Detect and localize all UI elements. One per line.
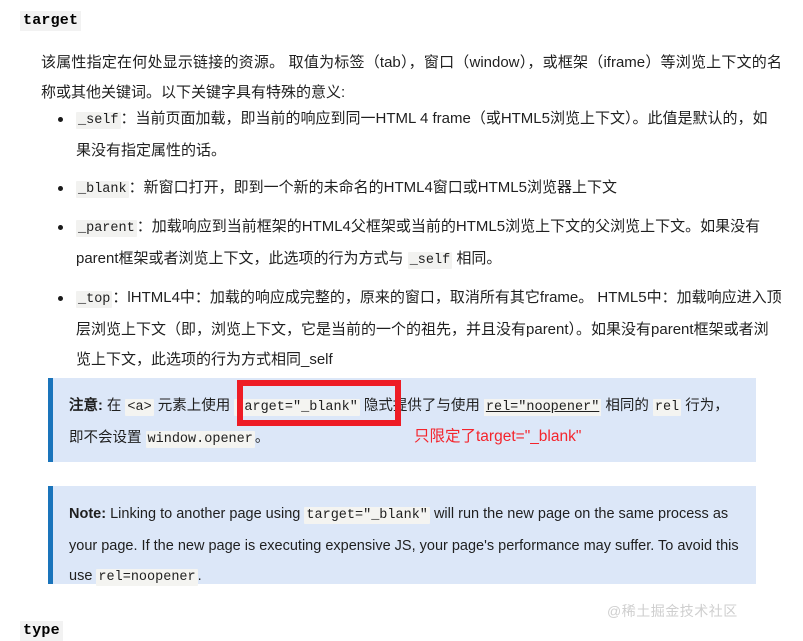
code-target-blank: target="_blank"	[234, 399, 360, 416]
note-text: 在	[102, 398, 126, 414]
code-rel: rel	[652, 399, 682, 416]
note-text: 。	[254, 430, 270, 446]
note-text: 元素上使用	[153, 398, 235, 414]
note-text: Linking to another page using	[106, 506, 305, 522]
note-label: 注意:	[69, 398, 103, 414]
keyword-code: _blank	[76, 181, 129, 198]
bullet-dot	[58, 296, 63, 301]
list-item: _blank ：新窗口打开，即到一个新的未命名的HTML4窗口或HTML5浏览器上…	[41, 173, 782, 205]
code-rel-noopener: rel=noopener	[96, 569, 198, 586]
keyword-code: _self	[76, 112, 121, 129]
intro-paragraph: 该属性指定在何处显示链接的资源。 取值为标签（tab），窗口（window），或…	[41, 54, 782, 101]
note-text: 相同的	[601, 398, 653, 414]
keyword-list: _self ：当前页面加载，即当前的响应到同一HTML 4 frame（或HTML…	[41, 104, 782, 382]
list-item-text: ：新窗口打开，即到一个新的未命名的HTML4窗口或HTML5浏览器上下文	[128, 179, 617, 196]
keyword-code: _parent	[76, 220, 137, 237]
note-label: Note:	[69, 506, 107, 522]
annotation-red-text: 只限定了target="_blank"	[414, 428, 582, 445]
bullet-dot	[58, 225, 63, 230]
note-box-english: Note: Linking to another page using targ…	[48, 486, 756, 586]
code-window-opener: window.opener	[145, 431, 255, 448]
link-rel-noopener[interactable]: rel="noopener"	[483, 399, 602, 416]
doc-page: target 该属性指定在何处显示链接的资源。 取值为标签（tab），窗口（wi…	[0, 0, 803, 641]
watermark: @稀土掘金技术社区	[607, 603, 738, 619]
note-text: 隐式提供了与使用	[359, 398, 484, 414]
list-item: _parent ：加载响应到当前框架的HTML4父框架或当前的HTML5浏览上下文…	[41, 212, 782, 276]
code-target-blank: target="_blank"	[304, 507, 430, 524]
bullet-dot	[58, 117, 63, 122]
code-anchor-tag: <a>	[125, 399, 154, 416]
list-item: _self ：当前页面加载，即当前的响应到同一HTML 4 frame（或HTML…	[41, 104, 782, 166]
list-item: _top ：lHTML4中：加载的响应成完整的，原来的窗口，取消所有其它frame…	[41, 283, 782, 375]
section-heading-target: target	[20, 11, 82, 31]
list-item-text-tail: 相同。	[452, 250, 502, 267]
list-item-text: ：lHTML4中：加载的响应成完整的，原来的窗口，取消所有其它frame。 HT…	[76, 289, 782, 368]
section-heading-type: type	[20, 621, 63, 641]
keyword-code: _top	[76, 291, 113, 308]
list-item-text: ：当前页面加载，即当前的响应到同一HTML 4 frame（或HTML5浏览上下…	[76, 110, 768, 159]
bullet-dot	[58, 186, 63, 191]
note-box-chinese: 注意: 在 <a> 元素上使用 target="_blank" 隐式提供了与使用…	[48, 378, 756, 462]
note-text: .	[197, 568, 202, 584]
inline-code-self: _self	[407, 252, 453, 269]
